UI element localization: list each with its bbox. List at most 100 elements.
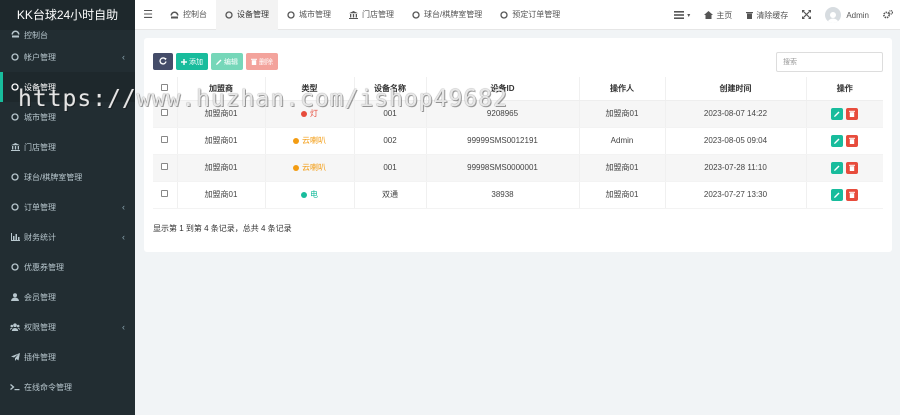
sidebar-item-9[interactable]: 会员管理 — [0, 282, 135, 312]
device-table: 加盟商 类型 设备名称 设备ID 操作人 创建时间 操作 加盟商01 灯 001 92… — [153, 77, 883, 209]
table-row[interactable]: 加盟商01 云喇叭 002 99999SMS0012191 Admin 2023-08-0… — [153, 127, 883, 155]
row-checkbox[interactable] — [161, 163, 169, 170]
cell-actions — [806, 100, 883, 128]
table-header-row: 加盟商 类型 设备名称 设备ID 操作人 创建时间 操作 — [153, 77, 883, 101]
cell-type: 云喇叭 — [265, 154, 355, 182]
group-icon — [9, 323, 21, 331]
sidebar-item-2[interactable]: 设备管理 — [0, 72, 135, 102]
cell-type: 灯 — [265, 100, 355, 128]
row-checkbox-cell[interactable] — [153, 127, 178, 155]
settings-button[interactable] — [876, 9, 900, 21]
tab-2[interactable]: 城市管理 — [278, 0, 340, 30]
home-link[interactable]: 主页 — [697, 10, 739, 21]
row-checkbox[interactable] — [161, 136, 169, 143]
sidebar-item-label: 城市管理 — [24, 112, 56, 122]
sidebar-item-label: 会员管理 — [24, 292, 56, 302]
cell-device-id: 9208965 — [426, 100, 580, 128]
tab-label: 门店管理 — [362, 10, 394, 19]
clear-cache-button[interactable]: 清除缓存 — [739, 10, 795, 21]
refresh-button[interactable] — [153, 53, 173, 70]
dashboard-icon — [9, 30, 21, 38]
sidebar-item-12[interactable]: 在线命令管理 — [0, 372, 135, 402]
type-dot — [301, 111, 307, 117]
col-device-name[interactable]: 设备名称 — [354, 77, 427, 101]
sidebar-item-11[interactable]: 插件管理 — [0, 342, 135, 372]
paper-plane-icon — [9, 353, 21, 361]
row-delete-button[interactable] — [846, 188, 859, 201]
select-all-checkbox-cell[interactable] — [153, 77, 178, 101]
sidebar-item-label: 帐户管理 — [24, 52, 56, 62]
col-merchant[interactable]: 加盟商 — [177, 77, 266, 101]
col-operator[interactable]: 操作人 — [579, 77, 666, 101]
row-delete-button[interactable] — [846, 134, 859, 147]
cell-created: 2023-07-27 13:30 — [665, 181, 807, 209]
row-checkbox-cell[interactable] — [153, 154, 178, 182]
table-row[interactable]: 加盟商01 灯 001 9208965 加盟商01 2023-08-07 14:22 — [153, 100, 883, 128]
row-edit-button[interactable] — [831, 107, 844, 120]
type-dot — [293, 165, 299, 171]
cell-actions — [806, 154, 883, 182]
cell-merchant: 加盟商01 — [177, 181, 266, 209]
tab-label: 球台/棋牌室管理 — [424, 10, 483, 19]
cell-device-name: 001 — [354, 154, 427, 182]
table-row[interactable]: 加盟商01 云喇叭 001 99998SMS0000001 加盟商01 2023-07-2… — [153, 154, 883, 182]
sidebar-item-6[interactable]: 订单管理 ‹ — [0, 192, 135, 222]
cell-merchant: 加盟商01 — [177, 100, 266, 128]
row-checkbox[interactable] — [161, 190, 169, 197]
tab-0[interactable]: 控制台 — [161, 0, 216, 30]
sidebar-item-3[interactable]: 城市管理 — [0, 102, 135, 132]
row-delete-button[interactable] — [846, 161, 859, 174]
search-input[interactable]: 搜索 — [776, 52, 883, 72]
add-label: 添加 — [189, 58, 203, 66]
tab-bar: 控制台 设备管理 城市管理 门店管理 球台/棋牌室管理 预定订单管理 — [161, 0, 569, 30]
edit-button[interactable]: 编辑 — [211, 53, 243, 70]
topbar: ☰ 控制台 设备管理 城市管理 门店管理 球台/棋牌室管理 预定订单管理 ▾ 主页 清除缓… — [135, 0, 900, 30]
fullscreen-button[interactable] — [795, 9, 818, 21]
table-body: 加盟商01 灯 001 9208965 加盟商01 2023-08-07 14:22 加盟商… — [153, 100, 883, 209]
row-checkbox[interactable] — [161, 109, 169, 116]
trash-icon — [746, 11, 754, 19]
tab-3[interactable]: 门店管理 — [340, 0, 403, 30]
sidebar-item-10[interactable]: 权限管理 ‹ — [0, 312, 135, 342]
circle-icon — [287, 10, 295, 19]
row-delete-button[interactable] — [846, 107, 859, 120]
circle-icon — [9, 53, 21, 61]
sidebar-item-1[interactable]: 帐户管理 ‹ — [0, 42, 135, 72]
sidebar-item-8[interactable]: 优惠券管理 — [0, 252, 135, 282]
tab-4[interactable]: 球台/棋牌室管理 — [403, 0, 491, 30]
select-all-checkbox[interactable] — [161, 83, 169, 91]
delete-label: 删除 — [259, 58, 273, 66]
terminal-icon — [9, 383, 21, 391]
row-edit-button[interactable] — [831, 134, 844, 147]
sidebar-item-7[interactable]: 财务统计 ‹ — [0, 222, 135, 252]
row-edit-button[interactable] — [831, 188, 844, 201]
add-button[interactable]: 添加 — [176, 53, 208, 70]
pencil-icon — [216, 59, 222, 65]
cell-type: 电 — [265, 181, 355, 209]
cell-merchant: 加盟商01 — [177, 127, 266, 155]
caret-down-icon: ▾ — [687, 12, 691, 19]
row-checkbox-cell[interactable] — [153, 100, 178, 128]
list-dropdown[interactable]: ▾ — [667, 11, 697, 19]
table-toolbar: 添加 编辑 删除 — [153, 53, 278, 70]
row-checkbox-cell[interactable] — [153, 181, 178, 209]
tab-5[interactable]: 预定订单管理 — [491, 0, 569, 30]
tab-1[interactable]: 设备管理 — [216, 0, 278, 30]
col-type[interactable]: 类型 — [265, 77, 355, 101]
col-device-id[interactable]: 设备ID — [426, 77, 580, 101]
pencil-icon — [834, 165, 840, 171]
col-created[interactable]: 创建时间 — [665, 77, 807, 101]
cell-operator: Admin — [579, 127, 666, 155]
sidebar-item-0[interactable]: 控制台 — [0, 30, 135, 42]
table-row[interactable]: 加盟商01 电双通 38938 加盟商01 2023-07-27 13:30 — [153, 181, 883, 209]
sidebar-item-4[interactable]: 门店管理 — [0, 132, 135, 162]
menu-toggle-icon[interactable]: ☰ — [135, 8, 161, 21]
delete-button[interactable]: 删除 — [246, 53, 278, 70]
sidebar-item-5[interactable]: 球台/棋牌室管理 — [0, 162, 135, 192]
type-label: 云喇叭 — [302, 163, 326, 172]
row-edit-button[interactable] — [831, 161, 844, 174]
edit-label: 编辑 — [224, 58, 238, 66]
type-dot — [301, 192, 307, 198]
main-panel: 添加 编辑 删除 搜索 加盟商 类型 设备名称 设备ID 操作人 创建时间 操作 — [144, 38, 892, 252]
user-menu[interactable]: Admin — [818, 7, 876, 23]
